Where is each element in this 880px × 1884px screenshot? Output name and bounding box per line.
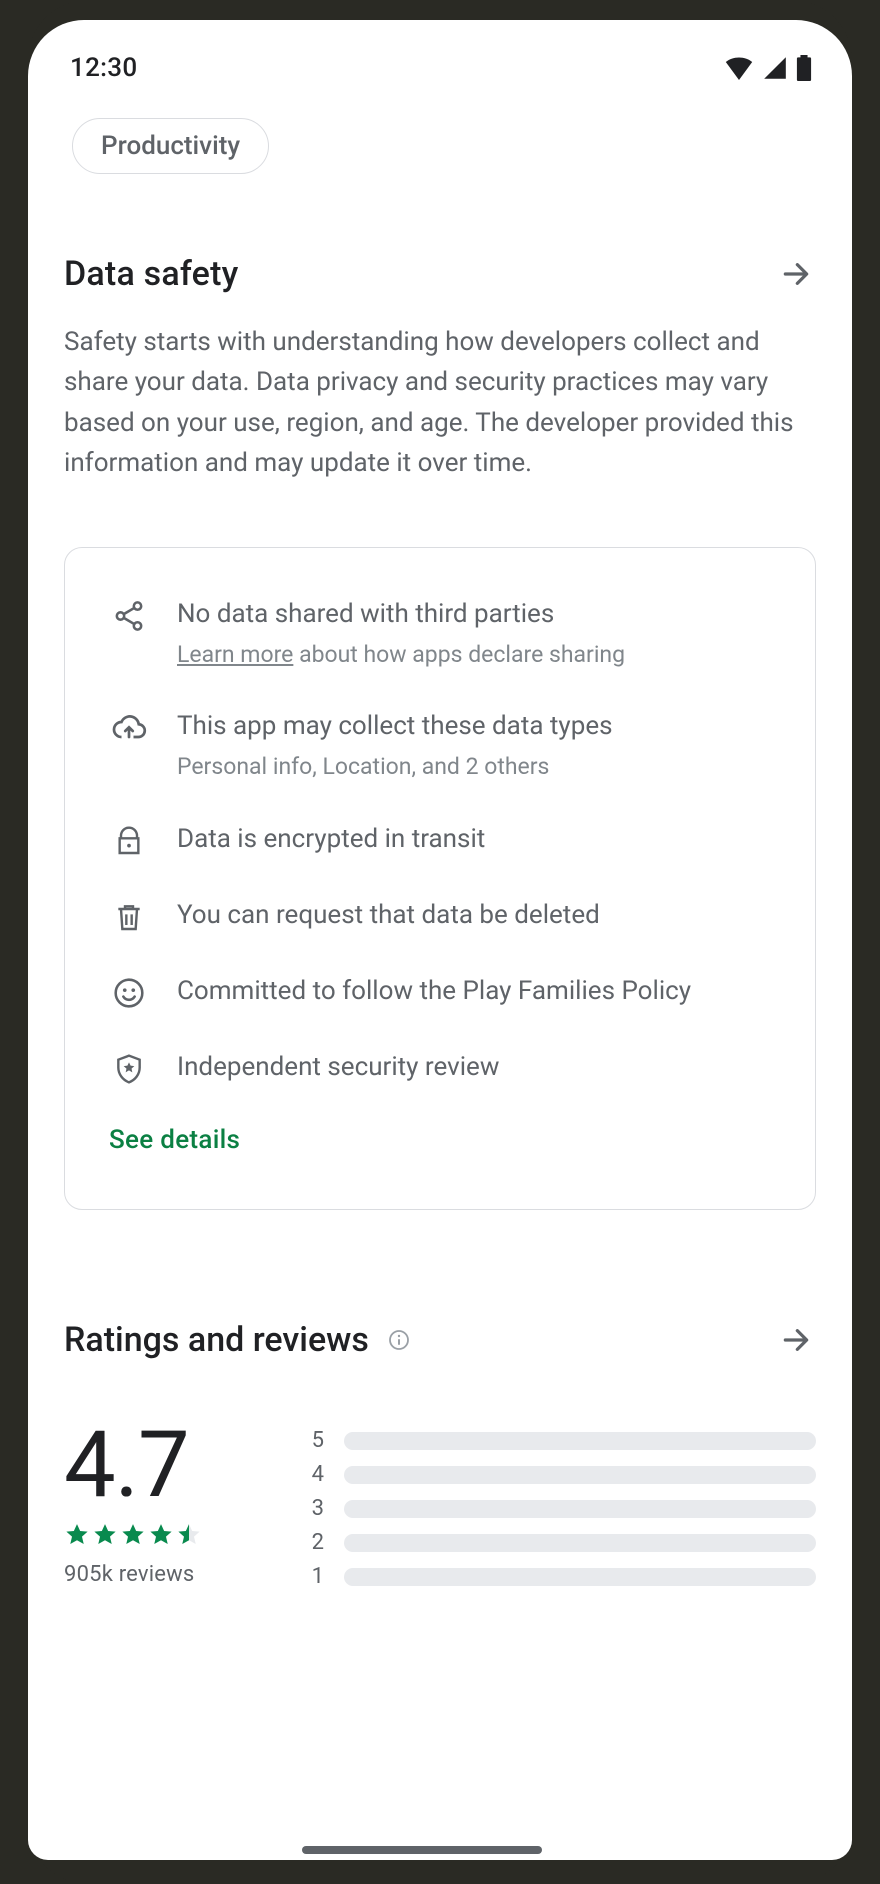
data-safety-item-title: Data is encrypted in transit [177,821,485,859]
arrow-right-icon[interactable] [776,254,816,294]
star-icon [64,1522,90,1548]
rating-bar-track [344,1466,816,1484]
data-safety-header[interactable]: Data safety [64,254,816,294]
data-safety-item-encrypted: Data is encrypted in transit [109,821,771,861]
arrow-right-icon[interactable] [776,1320,816,1360]
data-safety-item-collect: This app may collect these data types Pe… [109,708,771,784]
data-safety-item-delete: You can request that data be deleted [109,897,771,937]
star-half-icon [176,1522,202,1548]
rating-score: 4.7 [64,1420,264,1512]
data-safety-item-title: No data shared with third parties [177,596,625,634]
data-safety-item-title: This app may collect these data types [177,708,613,746]
status-time: 12:30 [64,53,137,83]
data-safety-item-title: Independent security review [177,1049,499,1087]
star-icon [120,1522,146,1548]
rating-bars: 5 4 3 2 1 [308,1420,816,1594]
see-details-link[interactable]: See details [109,1125,771,1155]
data-safety-item-title: You can request that data be deleted [177,897,600,935]
cloud-upload-icon [109,708,149,748]
status-bar: 12:30 [64,48,816,88]
rating-score-column: 4.7 905k reviews [64,1420,264,1587]
delete-icon [109,897,149,937]
rating-bar-label: 5 [308,1428,324,1453]
rating-bar-row: 2 [308,1526,816,1560]
rating-bar-track [344,1534,816,1552]
learn-more-link[interactable]: Learn more [177,641,293,668]
rating-bar-row: 3 [308,1492,816,1526]
screen: 12:30 Productivity Data safety [28,20,852,1860]
category-chip-productivity[interactable]: Productivity [72,118,269,174]
reviews-count: 905k reviews [64,1562,264,1587]
rating-bar-label: 1 [308,1564,324,1589]
rating-bar-label: 4 [308,1462,324,1487]
share-icon [109,596,149,636]
status-icons [724,55,816,81]
rating-bar-row: 1 [308,1560,816,1594]
rating-bar-track [344,1568,816,1586]
data-safety-item-subtitle: Personal info, Location, and 2 others [177,750,613,785]
data-safety-item-sharing: No data shared with third parties Learn … [109,596,771,672]
chip-row: Productivity [72,118,816,174]
info-icon[interactable] [387,1328,411,1352]
data-safety-item-families: Committed to follow the Play Families Po… [109,973,771,1013]
wifi-icon [724,56,754,80]
ratings-title: Ratings and reviews [64,1320,369,1360]
ratings-body: 4.7 905k reviews [64,1420,816,1594]
data-safety-description: Safety starts with understanding how dev… [64,322,816,483]
rating-stars [64,1522,264,1548]
rating-bar-track [344,1500,816,1518]
data-safety-card: No data shared with third parties Learn … [64,547,816,1209]
star-icon [148,1522,174,1548]
rating-bar-row: 5 [308,1424,816,1458]
rating-bar-track [344,1432,816,1450]
data-safety-item-security-review: Independent security review [109,1049,771,1089]
device-frame: 12:30 Productivity Data safety [28,0,852,1884]
rating-bar-label: 2 [308,1530,324,1555]
data-safety-item-subtitle: Learn more about how apps declare sharin… [177,638,625,673]
scroll-indicator[interactable] [302,1846,542,1854]
cellular-icon [762,56,788,80]
rating-bar-row: 4 [308,1458,816,1492]
family-icon [109,973,149,1013]
data-safety-title: Data safety [64,254,238,294]
data-safety-item-title: Committed to follow the Play Families Po… [177,973,691,1011]
battery-icon [796,55,812,81]
rating-bar-label: 3 [308,1496,324,1521]
ratings-header[interactable]: Ratings and reviews [64,1320,816,1360]
star-icon [92,1522,118,1548]
lock-icon [109,821,149,861]
shield-icon [109,1049,149,1089]
